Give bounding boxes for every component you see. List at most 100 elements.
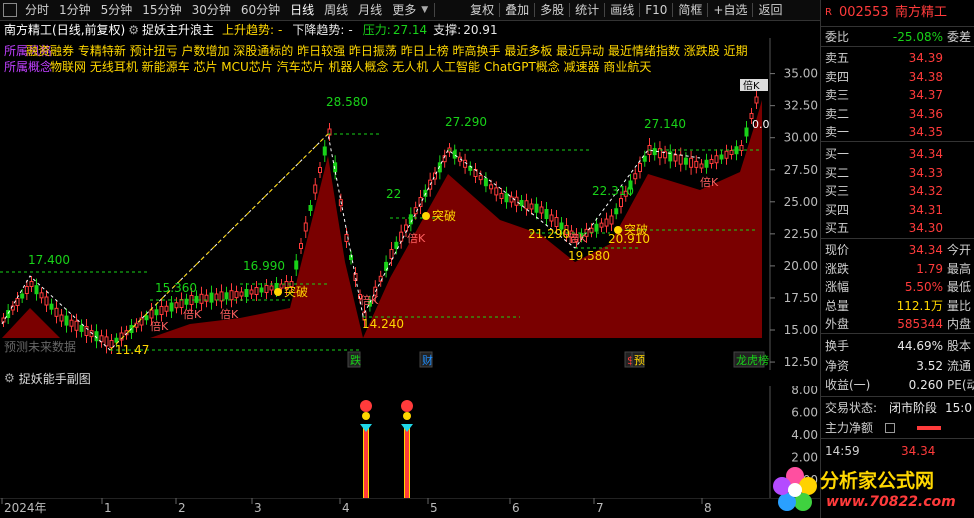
y-tick-label: 25.00 [784,195,818,209]
peak-price-label: 27.140 [644,117,686,131]
row-value: 3.52 [916,358,943,373]
candle-body [594,223,599,232]
indicator-name[interactable]: 捉妖主升浪主 [142,21,214,38]
period-toolbar: 分时 1分钟 5分钟 15分钟 30分钟 60分钟 日线 周线 月线 更多 ▼ … [0,0,820,21]
candle-body [534,203,539,213]
candle-body [308,205,313,211]
row-label: 净资 [825,358,850,373]
row-value: 34.39 [908,51,943,65]
tab-fenshi[interactable]: 分时 [20,0,54,20]
candle-body [504,193,509,203]
tab-weekly[interactable]: 周线 [319,0,353,20]
candle-body [744,127,749,137]
row-label: 卖二 [825,106,850,121]
y-tick-label: 30.00 [784,131,818,145]
bid-row: 买四 34.31 [821,201,974,219]
simple-frame-button[interactable]: 简框 [673,0,707,20]
add-watchlist-button[interactable]: +自选 [708,0,752,20]
candle-body [678,154,683,165]
indicator-info-bar: 南方精工 (日线,前复权) ⚙ 捉妖主升浪主 上升趋势: - 下降趋势: - 压… [0,21,820,38]
row-value: 34.30 [908,221,943,235]
overlay-button[interactable]: 叠加 [500,0,534,20]
peak-price-label: 16.990 [243,259,285,273]
multi-stock-button[interactable]: 多股 [535,0,569,20]
window-icon[interactable] [3,3,17,17]
candle-body [724,150,729,159]
tab-more[interactable]: 更多 [387,0,421,20]
candle-body [404,224,408,232]
tab-5min[interactable]: 5分钟 [96,0,138,20]
y-tick-label: 20.00 [784,259,818,273]
event-marker[interactable]: 财 [422,353,433,367]
tab-monthly[interactable]: 月线 [353,0,387,20]
stat-row: 总量 112.1万 量比 [821,297,974,315]
f10-button[interactable]: F10 [640,0,672,20]
tab-1min[interactable]: 1分钟 [54,0,96,20]
double-k-signal: 倍K [220,307,239,321]
row-value: 0.260 [908,378,943,392]
event-marker[interactable]: 龙虎榜 [736,353,769,367]
tab-30min[interactable]: 30分钟 [187,0,236,20]
sub-chart-title[interactable]: 捉妖能手副图 [19,370,91,387]
candle-body [104,336,109,347]
settings-icon[interactable]: ⚙ [128,23,139,37]
sub-chart-header: ⚙ 捉妖能手副图 [0,370,820,386]
x-tick-label: 3 [254,501,262,515]
x-tick-label: 7 [596,501,604,515]
back-button[interactable]: 返回 [753,0,787,20]
sub-chart[interactable]: 8.006.004.002.000.00 [0,386,820,498]
x-tick-label: 6 [512,501,520,515]
kline-chart[interactable]: 35.00 32.50 30.00 27.50 25.00 22.50 20.00 17.50… [0,38,820,370]
candle-body [714,155,719,164]
candle-body [614,208,619,215]
candle-body [154,309,159,316]
candle-body [39,292,44,299]
tab-15min[interactable]: 15分钟 [137,0,186,20]
candle-body [174,302,179,309]
candle-body [509,196,514,203]
r-badge: R [825,7,832,18]
settings-icon[interactable]: ⚙ [4,371,15,385]
quote-header: R 002553 南方精工 [821,4,974,22]
flame-icon [362,412,370,420]
candle-body [224,292,229,300]
stats-button[interactable]: 统计 [570,0,604,20]
candle-body [689,157,694,168]
y-axis-labels: 35.00 32.50 30.00 27.50 25.00 22.50 20.00 17.50… [784,67,818,369]
ask-row: 卖二 34.36 [821,105,974,123]
candle-body [609,215,614,225]
event-marker[interactable]: 预 [634,354,645,367]
candle-body [478,175,483,181]
candle-body [15,298,20,306]
low-price-label: 14.240 [362,317,404,331]
candle-body [74,320,79,331]
candle-body [313,184,318,194]
row-value: 112.1万 [896,298,943,313]
draw-line-button[interactable]: 画线 [605,0,639,20]
row-label: 卖四 [825,69,850,84]
row-extra: PE(动 [947,378,974,392]
last-price-partial: 0.0 [752,118,770,131]
stat-row: 收益(一) 0.260 PE(动 [821,376,974,394]
tab-daily[interactable]: 日线 [285,0,319,20]
candle-body [549,214,554,222]
tab-60min[interactable]: 60分钟 [236,0,285,20]
watermark-title: 分析家公式网 [820,470,935,492]
row-value: 34.35 [908,125,943,139]
double-k-signal: 倍K [568,231,587,245]
candle-body [729,150,734,155]
tick-row: 14:59 34.34 [825,444,936,458]
candle-body [683,157,688,165]
candle-body [234,291,239,299]
x-axis: 2024年 1 2 3 4 5 6 7 8 [0,498,820,515]
row-label: 涨幅 [825,280,850,294]
candle-body [54,307,59,317]
candle-body [633,173,638,180]
chevron-down-icon[interactable]: ▼ [421,5,428,15]
row-label: 买四 [825,202,850,217]
candle-body [554,217,559,227]
list-icon[interactable] [885,423,895,433]
fuquan-button[interactable]: 复权 [465,0,499,20]
event-marker[interactable]: 跌 [350,353,361,367]
support-label: 支撑: [433,23,462,37]
